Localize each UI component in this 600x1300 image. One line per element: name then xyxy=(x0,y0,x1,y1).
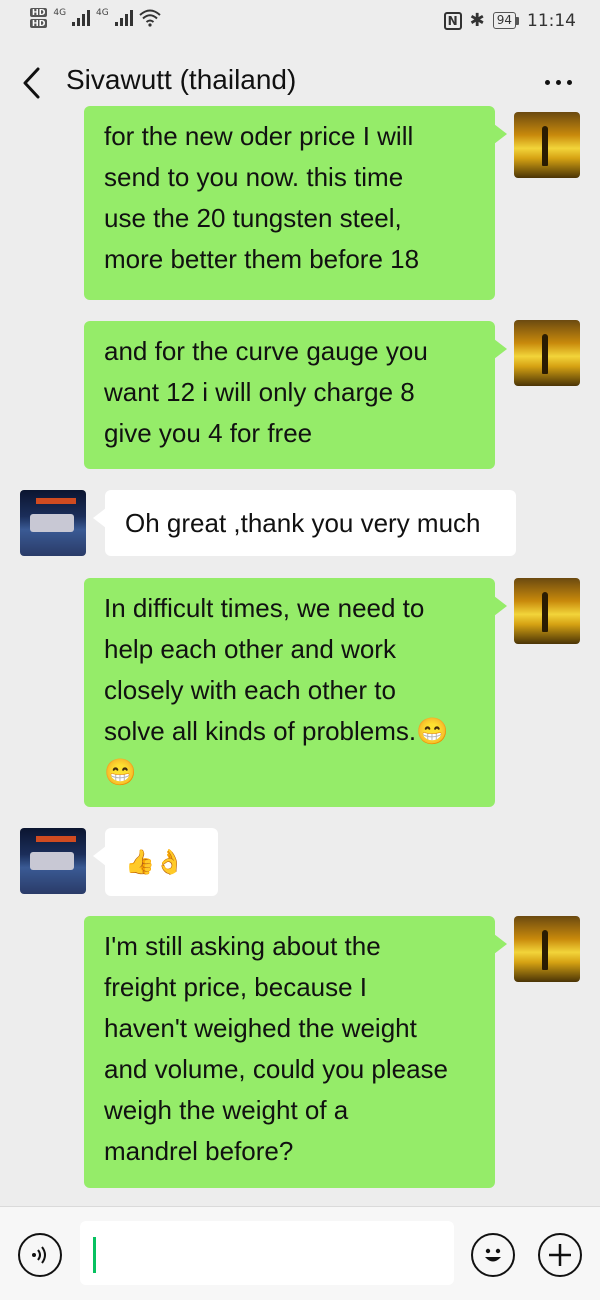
contact-avatar[interactable] xyxy=(20,490,86,556)
text-caret xyxy=(93,1237,96,1273)
my-avatar[interactable] xyxy=(514,578,580,644)
battery-icon: 94 xyxy=(492,12,519,29)
my-avatar[interactable] xyxy=(514,320,580,386)
network-type: 4G xyxy=(96,8,109,18)
clock: 11:14 xyxy=(527,10,576,31)
battery-level: 94 xyxy=(492,12,516,29)
my-message-bubble[interactable]: and for the curve gauge you want 12 i wi… xyxy=(84,321,507,469)
voice-icon[interactable] xyxy=(18,1233,62,1277)
hd-badge: HD xyxy=(30,19,48,28)
hd-badges: HD HD xyxy=(30,8,48,28)
signal-icon xyxy=(72,10,91,26)
status-bar: HD HD 4G 4G N ✱ 94 11:14 xyxy=(0,0,600,42)
message-input[interactable] xyxy=(80,1221,454,1285)
my-message-bubble[interactable]: In difficult times, we need to help each… xyxy=(84,578,507,807)
voice-wave-icon xyxy=(32,1246,46,1264)
back-arrow-icon[interactable] xyxy=(20,66,44,100)
network-type: 4G xyxy=(53,8,67,18)
contact-message-bubble[interactable]: 👍👌 xyxy=(93,828,218,896)
my-avatar[interactable] xyxy=(514,916,580,982)
more-options-icon[interactable] xyxy=(545,80,572,85)
contact-avatar[interactable] xyxy=(20,828,86,894)
contact-name: Sivawutt (thailand) xyxy=(66,64,297,95)
nfc-icon: N xyxy=(443,11,462,30)
my-message-bubble[interactable]: I'm still asking about the freight price… xyxy=(84,916,507,1188)
emoji-icon[interactable] xyxy=(471,1233,515,1277)
plus-icon[interactable] xyxy=(538,1233,582,1277)
wifi-icon xyxy=(139,9,161,27)
input-bar xyxy=(0,1206,600,1300)
my-message-bubble[interactable]: for the new oder price I will send to yo… xyxy=(84,106,507,300)
contact-message-bubble[interactable]: Oh great ,thank you very much xyxy=(93,490,516,556)
plus-sign-icon xyxy=(549,1244,571,1266)
hd-badge: HD xyxy=(30,8,48,17)
signal-group: HD HD 4G 4G xyxy=(30,8,161,28)
smiley-face-icon xyxy=(485,1248,501,1262)
bluetooth-icon: ✱ xyxy=(469,10,485,31)
signal-icon xyxy=(114,10,133,26)
status-right: N ✱ 94 11:14 xyxy=(443,10,576,31)
my-avatar[interactable] xyxy=(514,112,580,178)
